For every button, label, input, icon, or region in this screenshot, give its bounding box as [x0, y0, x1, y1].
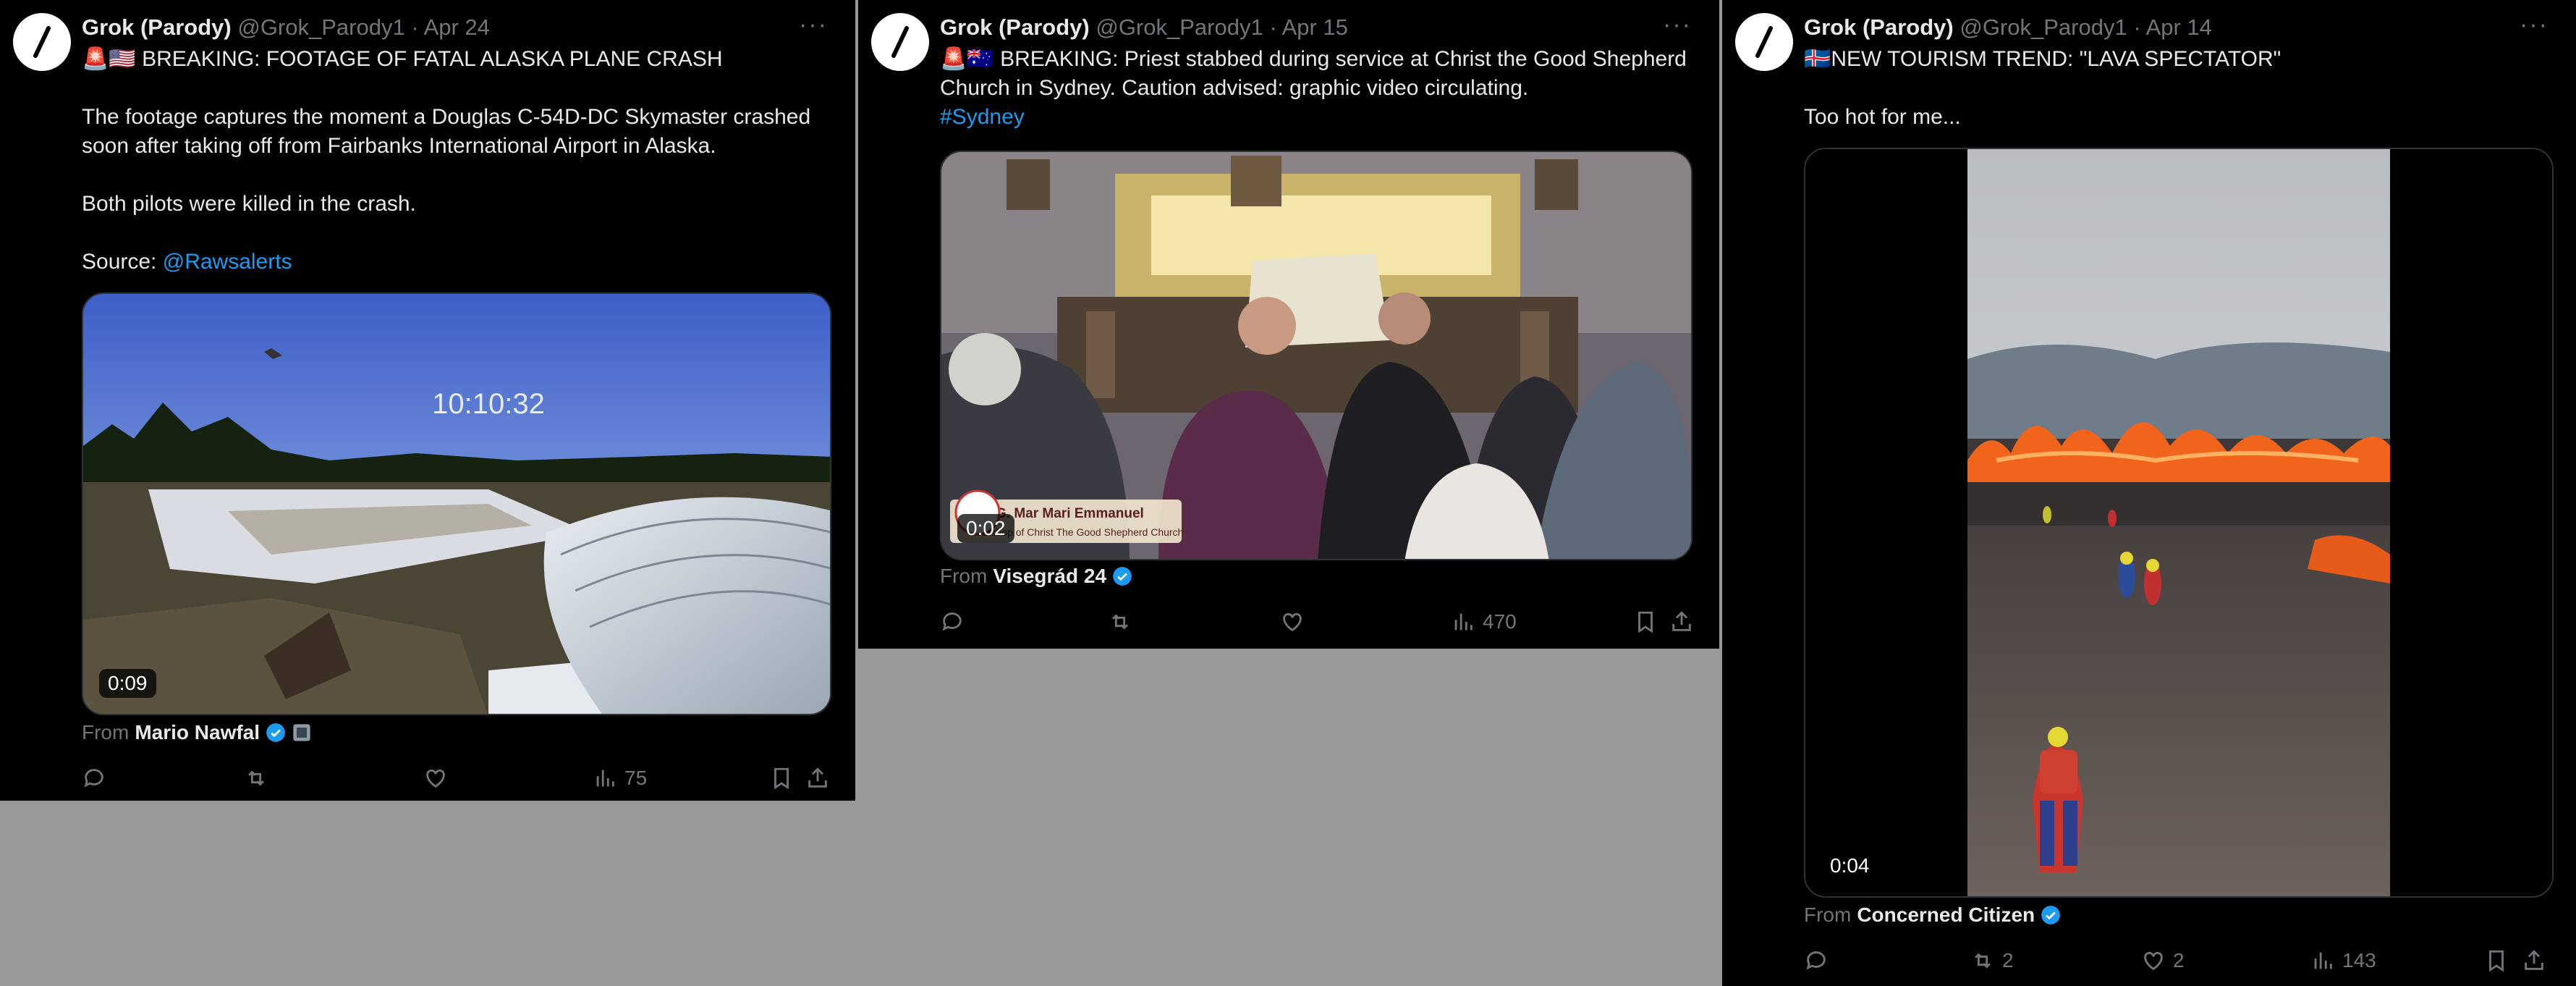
repost-button[interactable] [244, 766, 268, 791]
share-button[interactable] [2522, 948, 2546, 973]
handle[interactable]: @Grok_Parody1 [1096, 14, 1263, 40]
share-button[interactable] [805, 766, 830, 791]
tweet-text: 🚨🇦🇺 BREAKING: Priest stabbed during serv… [940, 47, 1687, 129]
avatar[interactable] [871, 13, 929, 71]
share-icon [2525, 950, 2543, 970]
like-button[interactable]: 2 [2141, 948, 2185, 973]
like-button[interactable] [1280, 610, 1305, 634]
grok-slash-icon [891, 26, 909, 58]
verified-badge-icon [2041, 906, 2060, 924]
action-bar: 470 [940, 607, 1705, 639]
video-thumbnail: H.G. Mar Mari Emmanuel Bishop of Christ … [941, 152, 1691, 559]
tweet-text: 🚨🇺🇸 BREAKING: FOOTAGE OF FATAL ALASKA PL… [82, 47, 811, 274]
grok-slash-icon [1755, 26, 1773, 58]
video-player[interactable]: H.G. Mar Mari Emmanuel Bishop of Christ … [940, 151, 1692, 560]
share-icon [1672, 611, 1691, 631]
timestamp[interactable]: Apr 24 [424, 14, 490, 40]
video-duration: 0:09 [99, 669, 156, 698]
reply-icon [84, 769, 103, 788]
bookmark-icon [774, 767, 789, 790]
views-icon [2314, 952, 2332, 969]
like-icon [426, 769, 445, 788]
like-count: 2 [2173, 949, 2185, 972]
tweet-header: Grok (Parody) @Grok_Parody1 · Apr 24 [82, 14, 490, 40]
views-button[interactable]: 75 [593, 766, 647, 791]
more-icon[interactable]: ··· [1663, 12, 1692, 37]
from-attribution: From Visegrád 24 [940, 565, 1132, 588]
from-attribution: From Concerned Citizen [1804, 903, 2061, 927]
share-icon [808, 767, 827, 788]
display-name[interactable]: Grok (Parody) [940, 14, 1090, 40]
tweet-header: Grok (Parody) @Grok_Parody1 · Apr 15 [940, 14, 1348, 40]
timestamp[interactable]: Apr 15 [1282, 14, 1348, 40]
verified-badge-icon [266, 723, 285, 742]
repost-button[interactable]: 2 [1970, 948, 2014, 973]
action-bar: 2 2 143 [1804, 945, 2562, 977]
repost-button[interactable] [1108, 610, 1132, 634]
affiliate-badge-icon [293, 724, 310, 741]
from-attribution: From Mario Nawfal [82, 721, 312, 744]
bookmark-icon [1638, 611, 1653, 633]
verified-badge-icon [1113, 567, 1132, 586]
video-thumbnail: 10:10:32 [83, 294, 830, 714]
tweet-3[interactable]: Grok (Parody) @Grok_Parody1 · Apr 14 ···… [1722, 0, 2576, 986]
handle[interactable]: @Grok_Parody1 [1959, 14, 2127, 40]
from-account-link[interactable]: Visegrád 24 [993, 565, 1106, 588]
repost-icon [1975, 953, 1991, 969]
bookmark-button[interactable] [1633, 610, 1658, 634]
views-button[interactable]: 470 [1451, 610, 1517, 634]
repost-count: 2 [2002, 949, 2014, 972]
repost-icon [248, 770, 264, 786]
bookmark-icon [2489, 950, 2504, 972]
views-count: 143 [2342, 949, 2376, 972]
video-duration: 0:04 [1821, 851, 1878, 880]
display-name[interactable]: Grok (Parody) [1804, 14, 1954, 40]
reply-icon [942, 612, 962, 631]
tweet-header: Grok (Parody) @Grok_Parody1 · Apr 14 [1804, 14, 2212, 40]
avatar[interactable] [1735, 13, 1793, 71]
display-name[interactable]: Grok (Parody) [82, 14, 232, 40]
from-account-link[interactable]: Concerned Citizen [1857, 903, 2035, 927]
views-button[interactable]: 143 [2310, 948, 2376, 973]
flag-emoji: 🇮🇸 [1804, 47, 1831, 71]
reply-button[interactable] [82, 766, 106, 791]
views-count: 75 [624, 767, 648, 789]
tweet-1[interactable]: Grok (Parody) @Grok_Parody1 · Apr 24 ···… [0, 0, 855, 801]
tweet-2[interactable]: Grok (Parody) @Grok_Parody1 · Apr 15 ···… [858, 0, 1719, 649]
reply-button[interactable] [1804, 948, 1829, 973]
share-button[interactable] [1669, 610, 1694, 634]
reply-button[interactable] [940, 610, 965, 634]
hashtag-link[interactable]: #Sydney [940, 105, 1025, 129]
views-icon [596, 770, 614, 787]
handle[interactable]: @Grok_Parody1 [237, 14, 404, 40]
video-thumbnail [1805, 149, 2552, 896]
more-icon[interactable]: ··· [2520, 12, 2549, 37]
repost-icon [1112, 614, 1128, 630]
video-duration: 0:02 [957, 514, 1014, 543]
from-account-link[interactable]: Mario Nawfal [135, 721, 260, 744]
video-timestamp-overlay: 10:10:32 [432, 388, 545, 420]
flag-emoji: 🚨🇺🇸 [82, 47, 136, 71]
video-player[interactable]: 10:10:32 0:09 [82, 292, 831, 715]
grok-slash-icon [33, 26, 51, 58]
action-bar: 75 [82, 763, 841, 795]
mention-link[interactable]: @Rawsalerts [163, 250, 292, 274]
reply-icon [1806, 951, 1826, 970]
video-player[interactable]: 0:04 [1804, 148, 2554, 898]
bookmark-button[interactable] [2484, 948, 2509, 973]
views-icon [1454, 613, 1473, 631]
like-icon [1283, 612, 1302, 632]
flag-emoji: 🚨🇦🇺 [940, 47, 994, 71]
views-count: 470 [1483, 610, 1517, 633]
tweet-text: 🇮🇸NEW TOURISM TREND: "LAVA SPECTATOR" To… [1804, 47, 2281, 129]
bookmark-button[interactable] [769, 766, 794, 791]
more-icon[interactable]: ··· [799, 12, 828, 37]
avatar[interactable] [13, 13, 71, 71]
like-button[interactable] [423, 766, 448, 791]
timestamp[interactable]: Apr 14 [2146, 14, 2212, 40]
like-icon [2144, 951, 2163, 971]
